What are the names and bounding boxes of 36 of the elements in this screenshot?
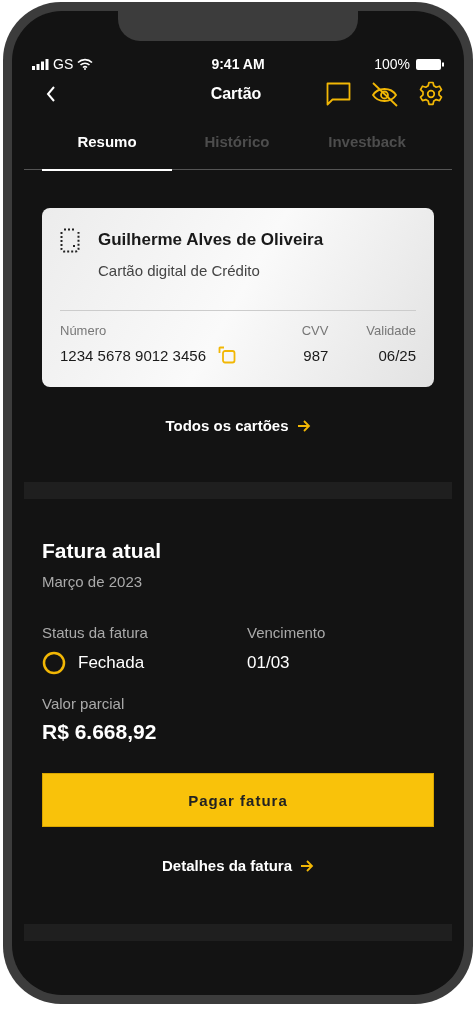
invoice-month: Março de 2023 bbox=[42, 573, 144, 590]
amount-label: Valor parcial bbox=[42, 695, 126, 712]
wifi-icon bbox=[77, 58, 94, 70]
page-title: Cartão bbox=[209, 85, 263, 103]
arrow-right-icon bbox=[300, 859, 314, 872]
battery-icon bbox=[416, 58, 444, 70]
all-cards-link[interactable]: Todos os cartões bbox=[165, 417, 311, 434]
back-icon[interactable] bbox=[46, 86, 56, 102]
field-label: Número bbox=[60, 323, 108, 338]
arrow-right-icon bbox=[296, 419, 311, 432]
settings-icon[interactable] bbox=[418, 81, 444, 107]
card-number: 1234 5678 9012 3456 bbox=[60, 346, 206, 364]
pay-invoice-button[interactable]: Pagar fatura bbox=[42, 773, 434, 827]
field-label: CVV bbox=[301, 323, 329, 338]
field-value: 987 bbox=[303, 346, 329, 364]
eye-off-icon[interactable] bbox=[371, 81, 398, 107]
due-date-label: Vencimento bbox=[247, 624, 327, 641]
chat-icon[interactable] bbox=[326, 82, 351, 106]
due-date: 01/03 bbox=[247, 652, 291, 674]
status-label: Status da fatura bbox=[42, 624, 149, 641]
battery-percent: 100% bbox=[374, 56, 410, 72]
field-value: 06/25 bbox=[378, 346, 416, 364]
card-type: Cartão digital de Crédito bbox=[98, 262, 261, 279]
credit-card[interactable]: Guilherme Alves de Oliveira Cartão digital de Crédito Número CVV Validade 1234 5678 9012 3456 987 06/25 bbox=[42, 208, 434, 387]
tab[interactable]: Resumo bbox=[42, 114, 172, 171]
invoice-details-link[interactable]: Detalhes da fatura bbox=[161, 857, 314, 874]
invoice-amount: R$ 6.668,92 bbox=[42, 720, 158, 744]
carrier-name: GS bbox=[53, 56, 74, 72]
clock-time: 9:41 AM bbox=[211, 56, 265, 72]
signal-icon bbox=[32, 58, 49, 70]
card-chip-icon bbox=[60, 228, 80, 253]
section-title: Fatura atual bbox=[42, 539, 163, 563]
status-circle-icon bbox=[42, 651, 66, 675]
invoice-status: Fechada bbox=[78, 653, 145, 673]
field-label: Validade bbox=[366, 323, 416, 338]
cardholder-name: Guilherme Alves de Oliveira bbox=[98, 230, 324, 250]
